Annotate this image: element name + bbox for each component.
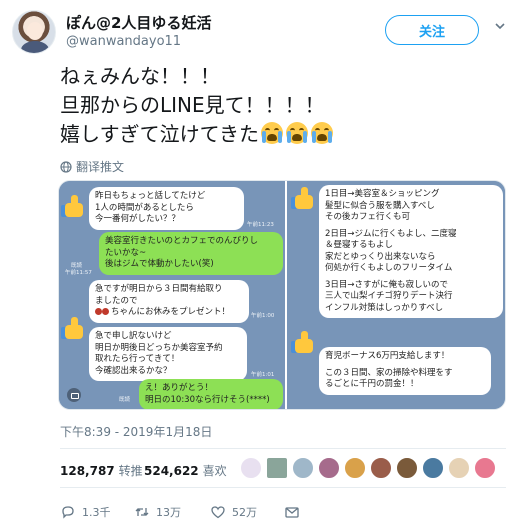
chat-text: 1日目→美容室＆ショッピング	[325, 189, 440, 199]
chat-text: 今確認出来るかな？	[95, 365, 172, 376]
username[interactable]: @wanwandayo11	[66, 34, 181, 49]
direct-message-button[interactable]	[284, 504, 306, 520]
chat-text-line: ちゃんにお休みをプレゼント！	[95, 307, 243, 319]
chat-text: 今一番何がしたい？？	[95, 214, 181, 224]
chat-text: ましたので	[95, 295, 138, 306]
like-label: 喜欢	[202, 464, 227, 478]
tweet-line-with-emoji: 嬉しすぎて泣けてきた	[60, 120, 480, 149]
chat-text: ＆昼寝するもよし	[325, 240, 394, 250]
avatar[interactable]	[318, 457, 340, 479]
retweet-label: 转推	[118, 464, 143, 478]
line-screenshot-right[interactable]: 1日目→美容室＆ショッピング 髪型に似合う服を購入すべし その後カフェ行くも可 …	[287, 181, 505, 409]
tweet-timestamp[interactable]: 下午8:39 - 2019年1月18日	[60, 423, 212, 440]
avatar[interactable]	[240, 457, 262, 479]
message-time: 午前11:23	[247, 222, 274, 228]
chat-bubble-sent: 美容室行きたいのとカフェでのんびりし たいかな~ 後はジムで体動かしたい(笑)	[99, 232, 283, 275]
chevron-down-icon[interactable]	[494, 20, 506, 32]
chat-bubble: 昨日もちょっと話してたけど 1人の時間があるとしたら 今一番何がしたい？？	[89, 187, 244, 230]
thumbs-up-icon	[61, 195, 87, 221]
chat-text: 取れたら行ってきて！	[95, 354, 180, 364]
chat-text: 三人で山梨イチゴ狩りデート決行	[325, 291, 453, 301]
chat-text: え！ありがとう！	[145, 383, 214, 393]
tweet-line: ねぇみんな！！！	[60, 64, 220, 88]
chat-text: この３日間、家の掃除や料理をす	[325, 367, 453, 378]
translate-tweet-link[interactable]: 翻译推文	[60, 158, 124, 175]
chat-text: その後カフェ行くも可	[325, 212, 411, 222]
tweet-text: ねぇみんな！！！ 旦那からのLINE見て！！！！ 嬉しすぎて泣けてきた	[60, 62, 480, 149]
heart-icon	[211, 506, 225, 519]
retweet-button[interactable]: 13万	[134, 504, 181, 520]
thumbs-up-icon	[291, 331, 317, 357]
camera-icon[interactable]	[67, 388, 81, 402]
crying-emoji-icon	[261, 122, 336, 146]
redaction-dot-icon	[95, 308, 102, 315]
message-time: 午前1:01	[251, 372, 275, 378]
read-status: 既読	[119, 397, 131, 403]
chat-text: 急で申し訳ないけど	[95, 331, 172, 341]
avatar[interactable]	[344, 457, 366, 479]
chat-text: るごとに千円の罰金！！	[325, 379, 419, 389]
avatar[interactable]	[474, 457, 496, 479]
avatar[interactable]	[292, 457, 314, 479]
avatar[interactable]	[12, 10, 56, 54]
chat-bubble: 急で申し訳ないけど 明日か明後日どっちか美容室予約 取れたら行ってきて！ 今確認…	[89, 327, 247, 381]
reply-button[interactable]: 1.3千	[60, 504, 111, 520]
chat-text: 美容室行きたいのとカフェでのんびりし	[105, 236, 259, 246]
like-count: 524,622	[144, 464, 199, 478]
display-name[interactable]: ぽん@2人目ゆる妊活	[66, 12, 211, 33]
retweet-icon	[135, 508, 149, 516]
chat-bubble: 急ですが明日から３日間有給取り ましたので ちゃんにお休みをプレゼント！	[89, 280, 249, 323]
avatar[interactable]	[370, 457, 392, 479]
tweet-header: ぽん@2人目ゆる妊活 @wanwandayo11 关注	[0, 0, 517, 62]
chat-text: 1人の時間があるとしたら	[95, 202, 194, 213]
redaction-dot-icon	[102, 308, 109, 315]
chat-text: 明日か明後日どっちか美容室予約	[95, 342, 223, 353]
chat-text: 昨日もちょっと話してたけど	[95, 191, 206, 201]
globe-icon	[60, 160, 72, 173]
chat-text: たいかな~	[105, 247, 147, 258]
chat-text: 育児ボーナス6万円支給します！	[325, 351, 450, 361]
chat-text: 2日目→ジムに行くもよし、二度寝	[325, 228, 457, 239]
avatar-face	[27, 22, 43, 40]
envelope-icon	[285, 507, 299, 518]
avatar[interactable]	[422, 457, 444, 479]
chat-text: 急ですが明日から３日間有給取り	[95, 284, 223, 294]
tweet-actions: 1.3千 13万 52万	[60, 500, 506, 524]
retweet-stat[interactable]: 128,787 转推	[60, 462, 143, 479]
message-time: 午前1:00	[251, 313, 275, 319]
like-button[interactable]: 52万	[210, 504, 257, 520]
retweet-count: 128,787	[60, 464, 115, 478]
chat-text: 明日の10:30なら行けそう(****)	[145, 394, 270, 405]
reply-icon	[62, 506, 74, 519]
line-screenshot-left[interactable]: 昨日もちょっと話してたけど 1人の時間があるとしたら 今一番何がしたい？？ 午前…	[59, 181, 285, 409]
chat-text: 家だとゆっくり出来ないなら	[325, 251, 436, 262]
retweet-count: 13万	[156, 506, 181, 519]
chat-bubble: 育児ボーナス6万円支給します！ この３日間、家の掃除や料理をす るごとに千円の罰…	[319, 347, 491, 395]
tweet-line: 旦那からのLINE見て！！！！	[60, 93, 325, 117]
chat-text: 髪型に似合う服を購入すべし	[325, 200, 435, 211]
tweet-line: 嬉しすぎて泣けてきた	[60, 122, 259, 146]
like-count: 52万	[232, 506, 257, 519]
follow-button[interactable]: 关注	[385, 15, 479, 45]
avatar[interactable]	[266, 457, 288, 479]
chat-text: 何処か行くもよしのフリータイム	[325, 263, 453, 273]
avatar[interactable]	[448, 457, 470, 479]
chat-bubble: 1日目→美容室＆ショッピング 髪型に似合う服を購入すべし その後カフェ行くも可 …	[319, 185, 503, 318]
avatar-body	[21, 41, 49, 53]
chat-text: ちゃんにお休みをプレゼント！	[111, 307, 231, 317]
translate-label: 翻译推文	[76, 160, 125, 174]
tweet-media[interactable]: 昨日もちょっと話してたけど 1人の時間があるとしたら 今一番何がしたい？？ 午前…	[58, 180, 506, 410]
chat-bubble-sent: え！ありがとう！ 明日の10:30なら行けそう(****)	[139, 379, 283, 409]
thumbs-up-icon	[291, 187, 317, 213]
chat-text: インフル対策はしっかりすべし	[325, 302, 444, 313]
message-time: 午前11:57	[65, 270, 92, 276]
chat-text: 後はジムで体動かしたい(笑)	[105, 259, 214, 269]
reply-count: 1.3千	[82, 506, 111, 519]
chat-text: 3日目→さすがに俺も寂しいので	[325, 279, 449, 290]
engagement-stats: 128,787 转推 524,622 喜欢	[60, 448, 506, 488]
thumbs-up-icon	[61, 317, 87, 343]
avatar[interactable]	[396, 457, 418, 479]
like-stat[interactable]: 524,622 喜欢	[144, 462, 227, 479]
